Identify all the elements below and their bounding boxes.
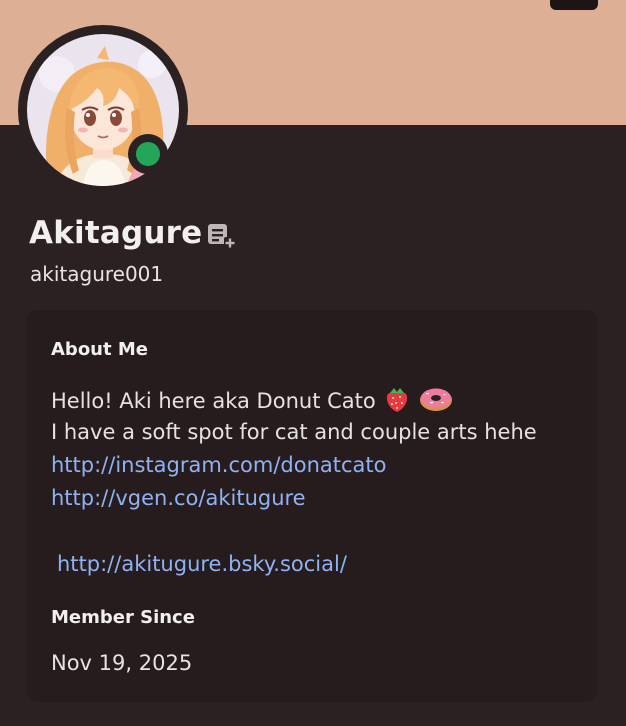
bio-line-1-text: Hello! Aki here aka Donut Cato bbox=[51, 389, 376, 413]
bsky-link[interactable]: http://akitugure.bsky.social/ bbox=[57, 552, 347, 576]
online-status-dot bbox=[136, 142, 160, 166]
member-since-date: Nov 19, 2025 bbox=[51, 651, 193, 675]
status-indicator bbox=[128, 134, 168, 174]
bio-line-2: I have a soft spot for cat and couple ar… bbox=[51, 420, 537, 444]
member-since-heading: Member Since bbox=[51, 607, 195, 628]
top-right-button[interactable] bbox=[550, 0, 598, 10]
username: akitagure001 bbox=[30, 262, 164, 286]
donut-emoji-icon bbox=[418, 384, 454, 419]
bio-line-1: Hello! Aki here aka Donut Cato bbox=[51, 384, 454, 419]
vgen-link[interactable]: http://vgen.co/akitugure bbox=[51, 486, 306, 510]
about-me-heading: About Me bbox=[51, 339, 148, 360]
instagram-link[interactable]: http://instagram.com/donatcato bbox=[51, 453, 387, 477]
avatar-frame[interactable] bbox=[18, 25, 188, 195]
display-name: Akitagure bbox=[29, 215, 203, 251]
add-note-icon[interactable] bbox=[207, 223, 237, 251]
strawberry-emoji-icon bbox=[382, 384, 412, 419]
